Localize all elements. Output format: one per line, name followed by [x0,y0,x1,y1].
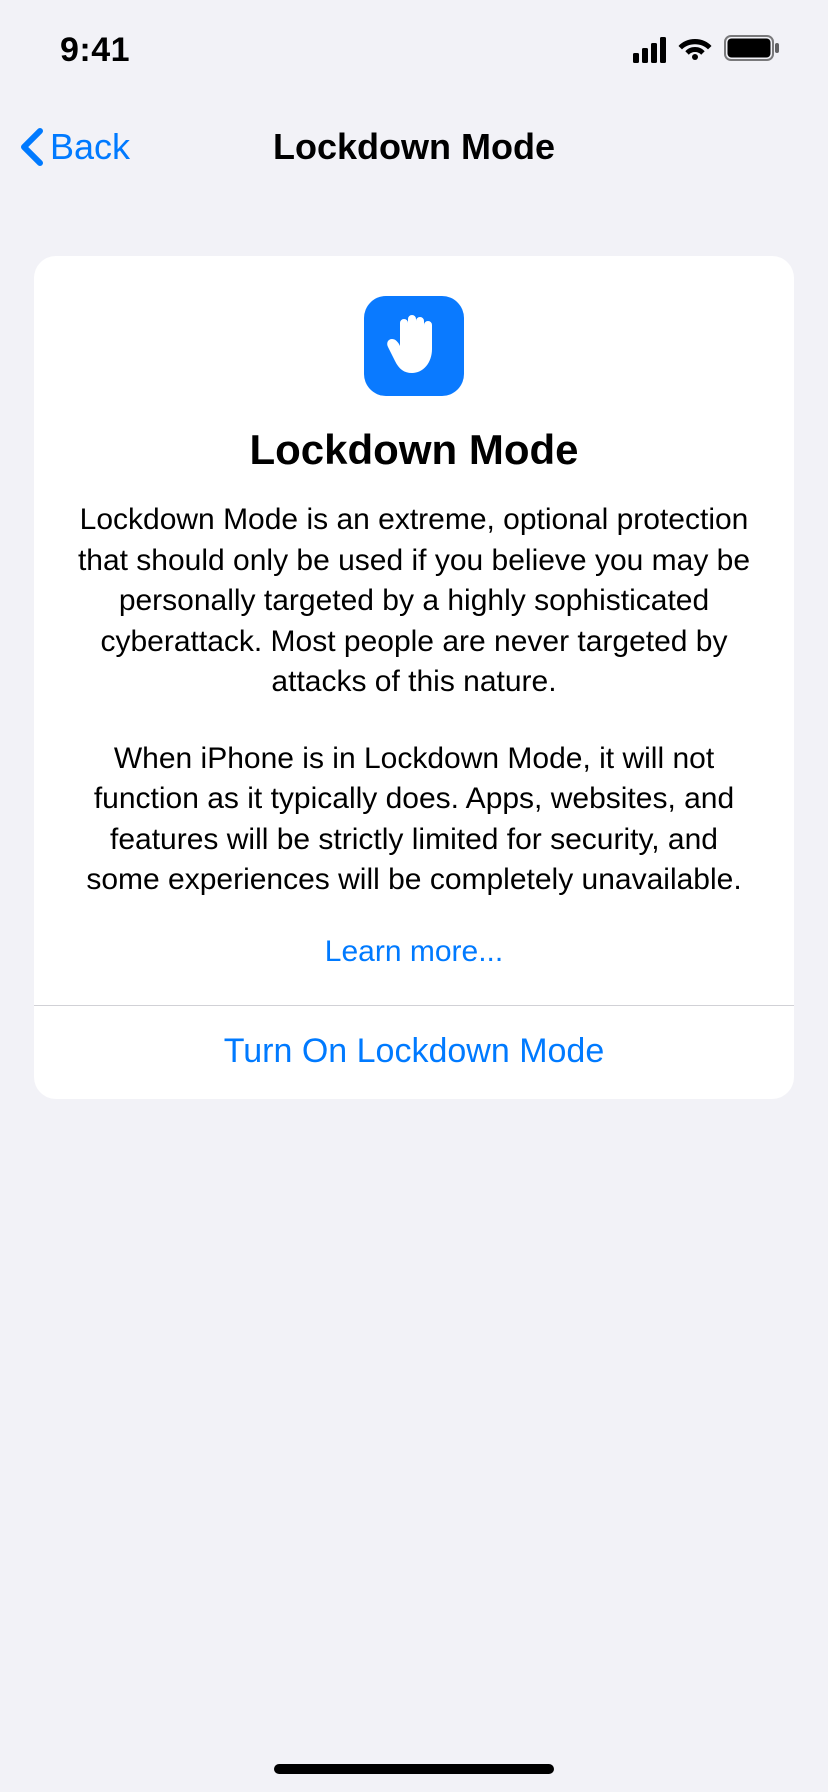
card-paragraph-2: When iPhone is in Lockdown Mode, it will… [70,739,758,901]
card-paragraph-1: Lockdown Mode is an extreme, optional pr… [70,500,758,703]
page-title: Lockdown Mode [273,126,555,168]
cellular-icon [633,37,666,63]
turn-on-lockdown-button[interactable]: Turn On Lockdown Mode [34,1006,794,1099]
lockdown-mode-screen: 9:41 [0,0,828,1792]
chevron-left-icon [18,127,44,167]
lockdown-card: Lockdown Mode Lockdown Mode is an extrem… [34,256,794,1099]
content-area: Lockdown Mode Lockdown Mode is an extrem… [0,194,828,1099]
battery-icon [724,35,780,66]
home-indicator[interactable] [274,1764,554,1774]
navigation-bar: Back Lockdown Mode [0,100,828,194]
status-indicators [633,35,780,66]
status-time: 9:41 [60,31,130,70]
wifi-icon [678,36,712,65]
learn-more-link[interactable]: Learn more... [70,935,758,969]
back-button[interactable]: Back [18,126,130,168]
hand-icon [364,296,464,396]
back-label: Back [50,126,130,168]
card-title: Lockdown Mode [70,426,758,474]
status-bar: 9:41 [0,0,828,100]
card-body: Lockdown Mode Lockdown Mode is an extrem… [34,256,794,1005]
